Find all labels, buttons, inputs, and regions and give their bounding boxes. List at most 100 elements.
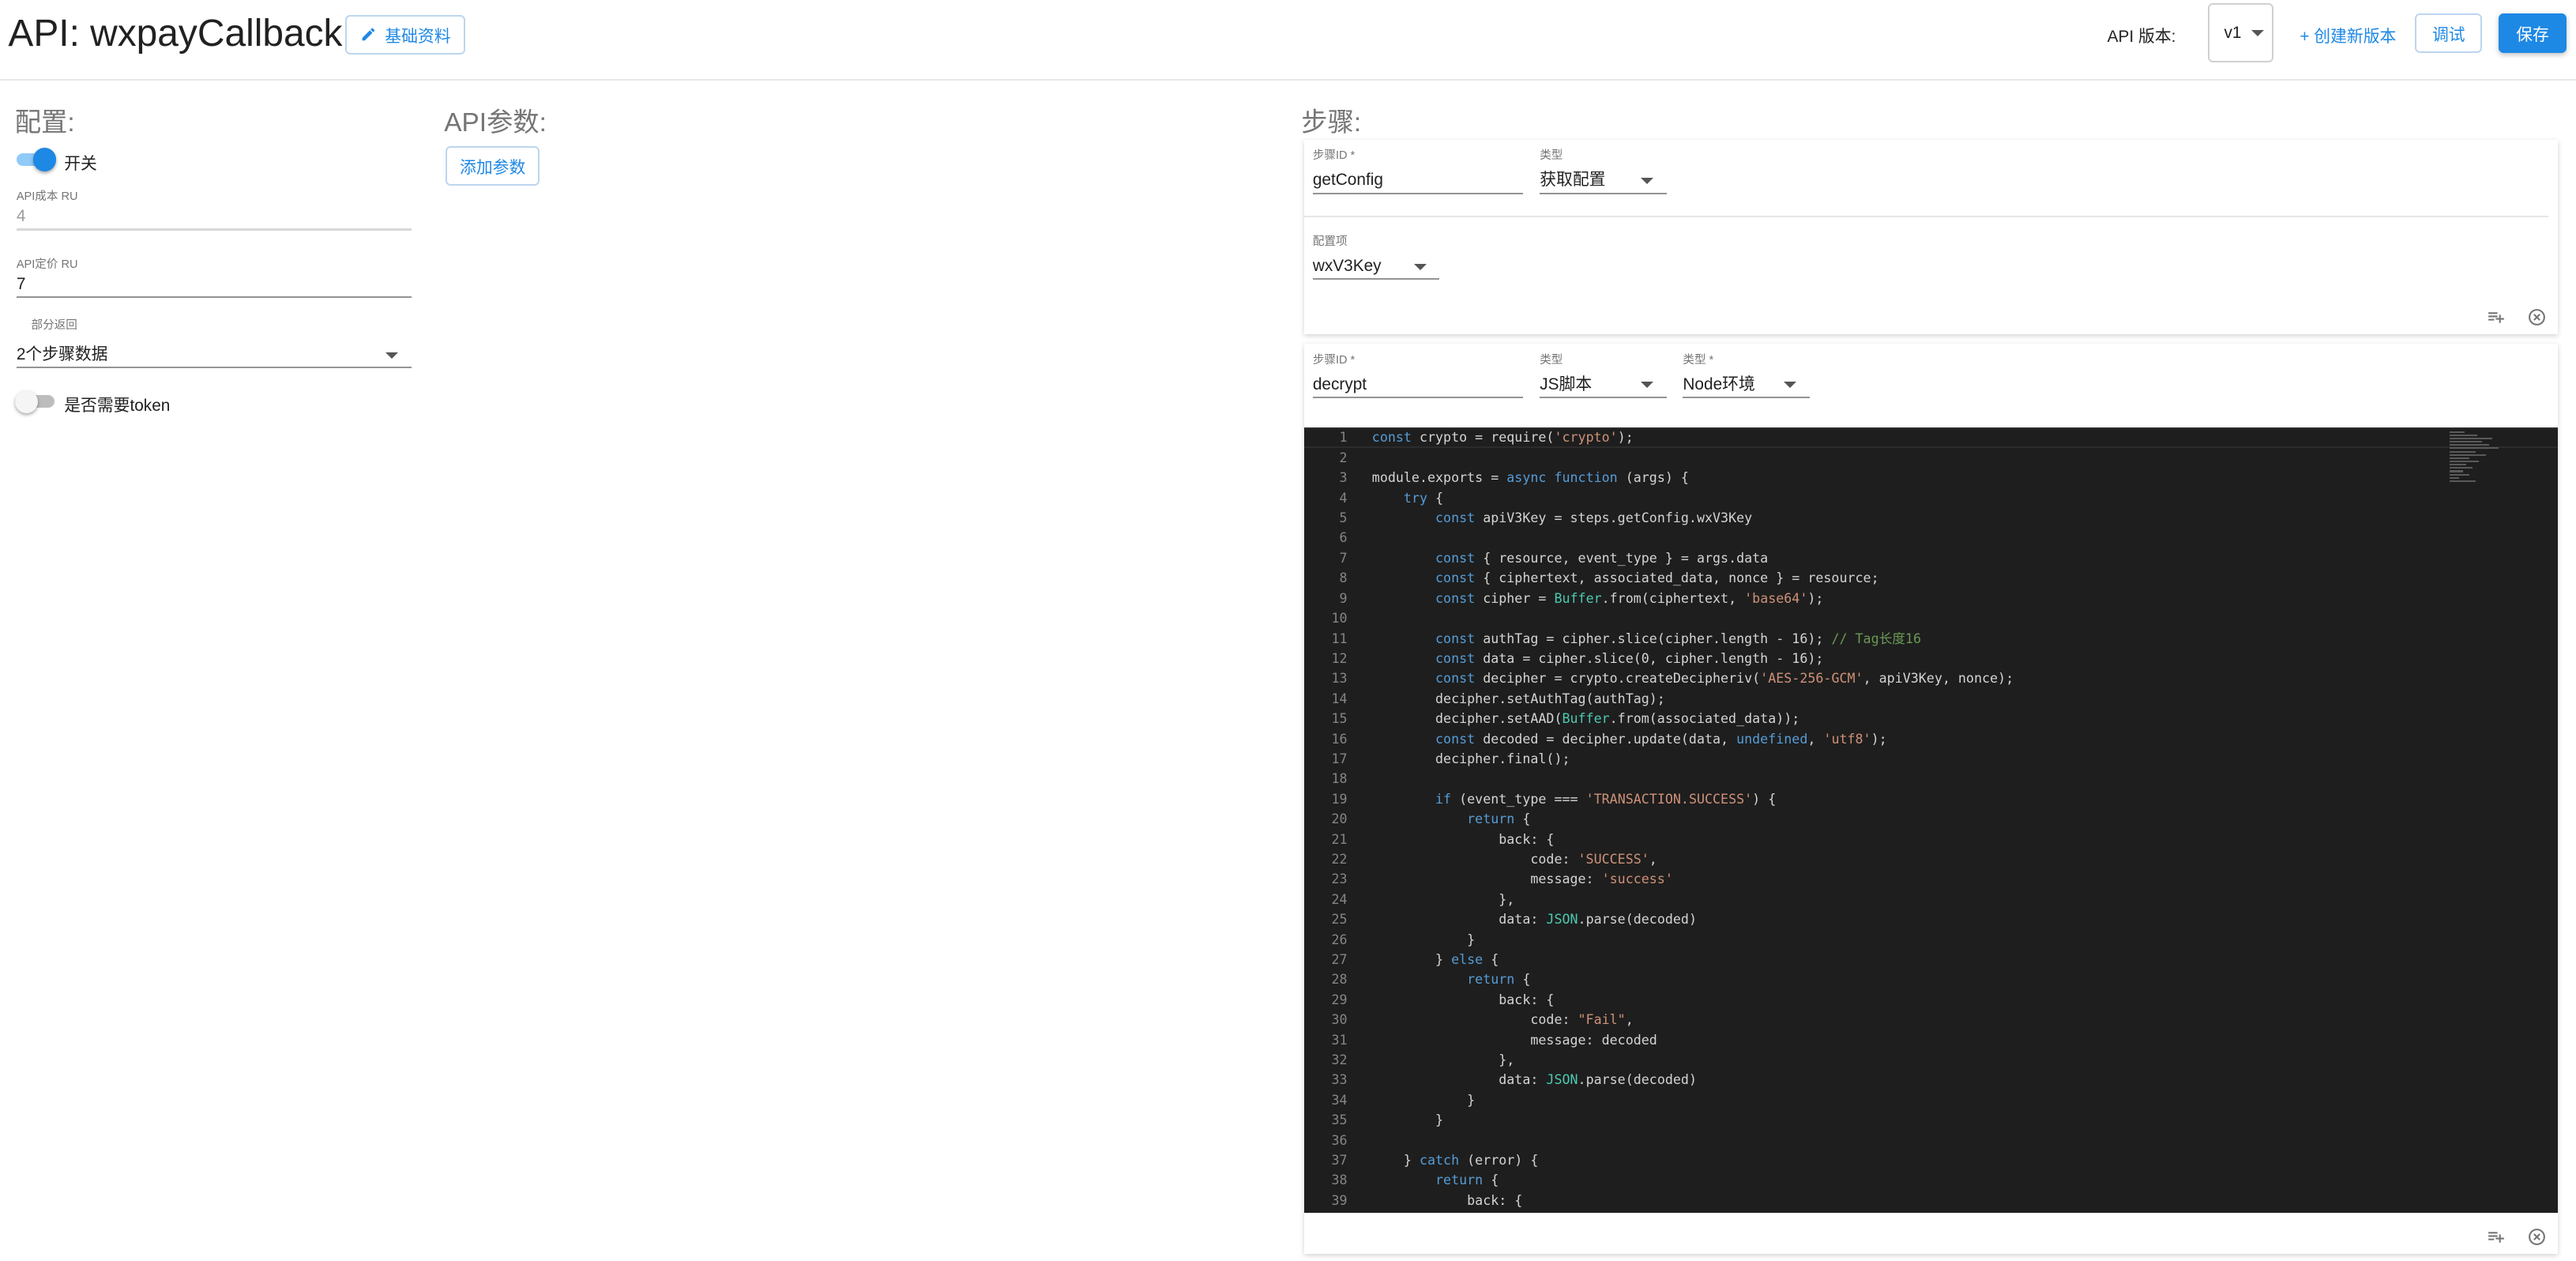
- code-line[interactable]: },: [1372, 1050, 2014, 1070]
- line-number: 6: [1339, 530, 1348, 546]
- code-line[interactable]: return {: [1372, 809, 2014, 829]
- code-line[interactable]: code: 'SUCCESS',: [1372, 849, 2014, 869]
- line-number: 10: [1331, 611, 1348, 627]
- line-number: 7: [1339, 550, 1348, 566]
- code-line[interactable]: }: [1372, 930, 2014, 950]
- code-line[interactable]: const cipher = Buffer.from(ciphertext, '…: [1372, 589, 2014, 608]
- code-line[interactable]: try {: [1372, 488, 2014, 508]
- code-line[interactable]: message: decoded: [1372, 1030, 2014, 1050]
- code-line[interactable]: }: [1372, 1090, 2014, 1110]
- code-line[interactable]: const decipher = crypto.createDecipheriv…: [1372, 668, 2014, 688]
- api-editor-page: API: wxpayCallback 基础资料 API 版本: v1 + 创建新…: [0, 0, 2576, 1260]
- basic-info-button[interactable]: 基础资料: [345, 14, 466, 55]
- line-number: 37: [1331, 1153, 1348, 1169]
- line-number: 27: [1331, 952, 1348, 967]
- steps-title: 步骤:: [1301, 108, 1362, 138]
- step-id-value: decrypt: [1312, 375, 1367, 393]
- enable-switch[interactable]: [16, 148, 56, 171]
- code-line[interactable]: module.exports = async function (args) {: [1372, 468, 2014, 487]
- code-line[interactable]: },: [1372, 890, 2014, 909]
- line-number: 1: [1339, 430, 1348, 446]
- code-line[interactable]: } catch (error) {: [1372, 1150, 2014, 1170]
- code-line[interactable]: data: JSON.parse(decoded): [1372, 1070, 2014, 1090]
- debug-button[interactable]: 调试: [2415, 13, 2483, 53]
- version-select[interactable]: v1: [2207, 3, 2273, 63]
- line-number: 21: [1331, 831, 1348, 847]
- playlist-add-icon[interactable]: [2486, 304, 2506, 324]
- close-circle-icon[interactable]: [2527, 1224, 2547, 1246]
- line-number: 25: [1331, 912, 1348, 928]
- line-number: 19: [1331, 791, 1348, 807]
- config-title: 配置:: [14, 108, 75, 138]
- line-number: 8: [1339, 570, 1348, 586]
- line-number: 22: [1331, 851, 1348, 867]
- chevron-down-icon: [1640, 382, 1653, 389]
- line-number: 36: [1331, 1132, 1348, 1148]
- code-line[interactable]: const decoded = decipher.update(data, un…: [1372, 729, 2014, 749]
- code-line[interactable]: return {: [1372, 969, 2014, 989]
- cost-field: API成本 RU 4: [16, 187, 412, 231]
- step-id-value: getConfig: [1312, 171, 1383, 190]
- line-number: 4: [1339, 490, 1348, 506]
- code-line[interactable]: decipher.setAuthTag(authTag);: [1372, 689, 2014, 709]
- pencil-icon: [362, 28, 375, 41]
- code-line[interactable]: const apiV3Key = steps.getConfig.wxV3Key: [1372, 508, 2014, 528]
- version-value: v1: [2224, 23, 2242, 42]
- config-key-select[interactable]: 配置项 wxV3Key: [1312, 232, 1440, 280]
- close-circle-icon[interactable]: [2527, 304, 2547, 326]
- create-version-link[interactable]: + 创建新版本: [2300, 23, 2396, 47]
- code-line[interactable]: const { ciphertext, associated_data, non…: [1372, 568, 2014, 588]
- config-key-label: 配置项: [1312, 235, 1348, 248]
- code-line[interactable]: back: {: [1372, 830, 2014, 849]
- editor-minimap[interactable]: [2449, 431, 2515, 500]
- code-line[interactable]: [1372, 769, 2014, 789]
- code-line[interactable]: message: 'success': [1372, 869, 2014, 889]
- code-line[interactable]: [1372, 1131, 2014, 1150]
- step-type-select[interactable]: 类型 获取配置: [1540, 146, 1667, 194]
- line-number: 35: [1331, 1112, 1348, 1128]
- code-line[interactable]: back: {: [1372, 990, 2014, 1010]
- code-line[interactable]: decipher.setAAD(Buffer.from(associated_d…: [1372, 709, 2014, 728]
- partial-return-select[interactable]: 部分返回 2个步骤数据: [16, 316, 412, 369]
- line-number: 39: [1331, 1192, 1348, 1208]
- playlist-add-icon[interactable]: [2486, 1224, 2506, 1244]
- line-number: 11: [1331, 630, 1348, 646]
- env-select[interactable]: 类型 * Node环境: [1683, 351, 1810, 398]
- code-content[interactable]: const crypto = require('crypto'); module…: [1372, 427, 2014, 1210]
- code-line[interactable]: decipher.final();: [1372, 749, 2014, 769]
- step-id-field[interactable]: 步骤ID * getConfig: [1312, 146, 1524, 194]
- save-button[interactable]: 保存: [2499, 13, 2567, 53]
- line-number: 9: [1339, 590, 1348, 606]
- code-line[interactable]: }: [1372, 1110, 2014, 1130]
- price-label: API定价 RU: [16, 258, 78, 271]
- code-editor[interactable]: 1 2 3 4 5 6 7 8 9 10 11 12 13 14 15 16 17 18 19 20 21 22 23 24 2…: [1304, 427, 2559, 1213]
- code-line[interactable]: return {: [1372, 1170, 2014, 1190]
- env-label: 类型 *: [1683, 353, 1714, 367]
- line-number: 15: [1331, 711, 1348, 727]
- code-line[interactable]: [1372, 608, 2014, 628]
- code-line[interactable]: data: JSON.parse(decoded): [1372, 909, 2014, 929]
- step-id-field[interactable]: 步骤ID * decrypt: [1312, 351, 1524, 398]
- line-number: 13: [1331, 671, 1348, 687]
- code-line[interactable]: [1372, 448, 2014, 468]
- code-line[interactable]: const authTag = cipher.slice(cipher.leng…: [1372, 629, 2014, 649]
- code-line[interactable]: back: {: [1372, 1191, 2014, 1210]
- line-number: 34: [1331, 1092, 1348, 1108]
- code-line[interactable]: code: "Fail",: [1372, 1010, 2014, 1030]
- line-number: 12: [1331, 650, 1348, 666]
- line-number: 3: [1339, 470, 1348, 486]
- code-line[interactable]: [1372, 528, 2014, 548]
- page-header: API: wxpayCallback 基础资料 API 版本: v1 + 创建新…: [0, 0, 2576, 81]
- code-line[interactable]: if (event_type === 'TRANSACTION.SUCCESS'…: [1372, 789, 2014, 809]
- chevron-down-icon: [2251, 29, 2264, 36]
- code-line[interactable]: const crypto = require('crypto');: [1372, 427, 2014, 447]
- step-type-label: 类型: [1540, 353, 1563, 367]
- code-line[interactable]: const data = cipher.slice(0, cipher.leng…: [1372, 649, 2014, 668]
- page-title: API: wxpayCallback: [8, 12, 343, 55]
- add-param-button[interactable]: 添加参数: [446, 146, 540, 186]
- code-line[interactable]: const { resource, event_type } = args.da…: [1372, 548, 2014, 568]
- code-line[interactable]: } else {: [1372, 950, 2014, 969]
- need-token-switch[interactable]: [14, 390, 55, 413]
- step-type-select[interactable]: 类型 JS脚本: [1540, 351, 1667, 398]
- price-field[interactable]: API定价 RU 7: [16, 255, 412, 298]
